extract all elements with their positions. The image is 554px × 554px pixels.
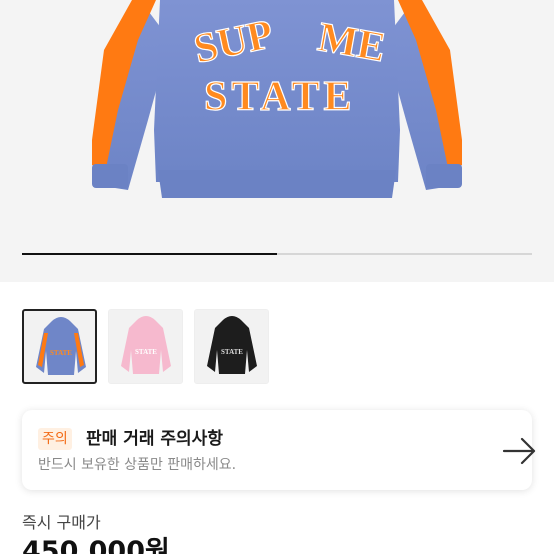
arrow-right-icon[interactable] [500, 433, 540, 469]
gallery-progress-fill [22, 253, 277, 255]
thumbnail-pink[interactable]: STATE [108, 309, 183, 384]
notice-subtitle: 반드시 보유한 상품만 판매하세요. [38, 457, 237, 473]
thumbnail-strip: STATE STATE STATE [22, 309, 269, 384]
svg-text:STATE: STATE [135, 348, 157, 356]
thumbnail-black[interactable]: STATE [194, 309, 269, 384]
price-value: 450,000원 [22, 536, 170, 554]
notice-badge: 주의 [38, 428, 72, 450]
hoodie-thumb-icon: STATE [207, 316, 257, 374]
thumbnail-blue-orange[interactable]: STATE [22, 309, 97, 384]
product-image[interactable]: SUP ME STATE [0, 0, 554, 282]
svg-text:STATE: STATE [50, 349, 72, 357]
gallery-progress-bar [22, 253, 532, 255]
svg-text:STATE: STATE [204, 74, 356, 120]
hoodie-illustration: SUP ME STATE [92, 0, 462, 198]
notice-title: 판매 거래 주의사항 [86, 429, 223, 449]
sale-notice-card[interactable]: 주의 판매 거래 주의사항 반드시 보유한 상품만 판매하세요. [22, 410, 536, 490]
hoodie-thumb-icon: STATE [121, 316, 171, 374]
svg-text:STATE: STATE [221, 348, 243, 356]
price-label: 즉시 구매가 [22, 513, 101, 532]
hoodie-thumb-icon: STATE [36, 317, 86, 375]
